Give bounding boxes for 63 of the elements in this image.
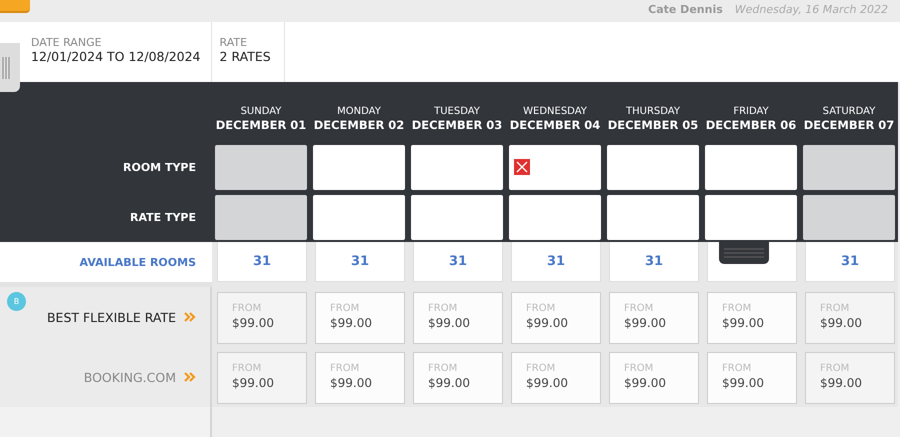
- double-chevron-icon[interactable]: [184, 371, 196, 383]
- select-field[interactable]: [705, 195, 797, 240]
- weekday-label: TUESDAY: [434, 105, 480, 118]
- current-date: Wednesday, 16 March 2022: [734, 3, 888, 16]
- select-field[interactable]: [607, 145, 699, 190]
- weekday-label: MONDAY: [337, 105, 381, 118]
- date-label: DECEMBER 05: [608, 118, 698, 133]
- date-label: DECEMBER 01: [216, 118, 306, 133]
- availability-cell: 31: [315, 242, 405, 282]
- rate-cell[interactable]: FROM $99.00: [315, 292, 405, 344]
- close-icon[interactable]: [514, 159, 530, 175]
- rate-cell[interactable]: FROM $99.00: [511, 292, 601, 344]
- rate-cell[interactable]: FROM $99.00: [707, 292, 797, 344]
- select-field[interactable]: [215, 195, 307, 240]
- date-label: DECEMBER 06: [706, 118, 796, 133]
- select-field[interactable]: [607, 195, 699, 240]
- availability-cell: 31: [413, 242, 503, 282]
- rate-cell[interactable]: FROM $99.00: [413, 292, 503, 344]
- menu-button[interactable]: [0, 0, 30, 13]
- rate-cell[interactable]: FROM $99.00: [805, 292, 895, 344]
- availability-cell: 31: [609, 242, 699, 282]
- availability-cell: 31: [217, 242, 307, 282]
- row-label: ROOM TYPE: [123, 160, 196, 174]
- select-field[interactable]: [803, 195, 895, 240]
- rate-cell[interactable]: FROM $99.00: [511, 352, 601, 404]
- rate-name[interactable]: BEST FLEXIBLE RATE: [46, 310, 176, 324]
- rate-cell[interactable]: FROM $99.00: [609, 352, 699, 404]
- date-label: DECEMBER 02: [314, 118, 404, 133]
- sidebar-handle[interactable]: [0, 43, 20, 92]
- availability-cell: 31: [805, 242, 895, 282]
- user-name: Cate Dennis: [648, 3, 723, 16]
- select-field[interactable]: [509, 195, 601, 240]
- select-field[interactable]: [509, 145, 601, 190]
- rate-cell[interactable]: FROM $99.00: [315, 352, 405, 404]
- rate-cell[interactable]: FROM $99.00: [805, 352, 895, 404]
- rate-cell[interactable]: FROM $99.00: [707, 352, 797, 404]
- row-label: RATE TYPE: [130, 210, 196, 224]
- weekday-label: WEDNESDAY: [523, 105, 587, 118]
- date-label: DECEMBER 04: [510, 118, 600, 133]
- select-field[interactable]: [215, 145, 307, 190]
- select-field[interactable]: [313, 145, 405, 190]
- weekday-label: THURSDAY: [626, 105, 680, 118]
- select-field[interactable]: [411, 145, 503, 190]
- drawer-handle[interactable]: [719, 242, 769, 264]
- availability-cell: 31: [511, 242, 601, 282]
- date-label: DECEMBER 03: [412, 118, 502, 133]
- select-field[interactable]: [803, 145, 895, 190]
- row-label: AVAILABLE ROOMS: [80, 256, 196, 268]
- weekday-label: SATURDAY: [822, 105, 876, 118]
- select-field[interactable]: [705, 145, 797, 190]
- rate-cell[interactable]: FROM $99.00: [217, 352, 307, 404]
- menu-icon: [724, 248, 764, 258]
- double-chevron-icon[interactable]: [184, 311, 196, 323]
- rate-cell[interactable]: FROM $99.00: [609, 292, 699, 344]
- weekday-label: SUNDAY: [240, 105, 282, 118]
- rate-cell[interactable]: FROM $99.00: [413, 352, 503, 404]
- rate-cell[interactable]: FROM $99.00: [217, 292, 307, 344]
- grip-icon: [2, 56, 12, 78]
- weekday-label: FRIDAY: [733, 105, 769, 118]
- rate-badge: B: [7, 292, 26, 311]
- date-label: DECEMBER 07: [804, 118, 894, 133]
- select-field[interactable]: [313, 195, 405, 240]
- select-field[interactable]: [411, 195, 503, 240]
